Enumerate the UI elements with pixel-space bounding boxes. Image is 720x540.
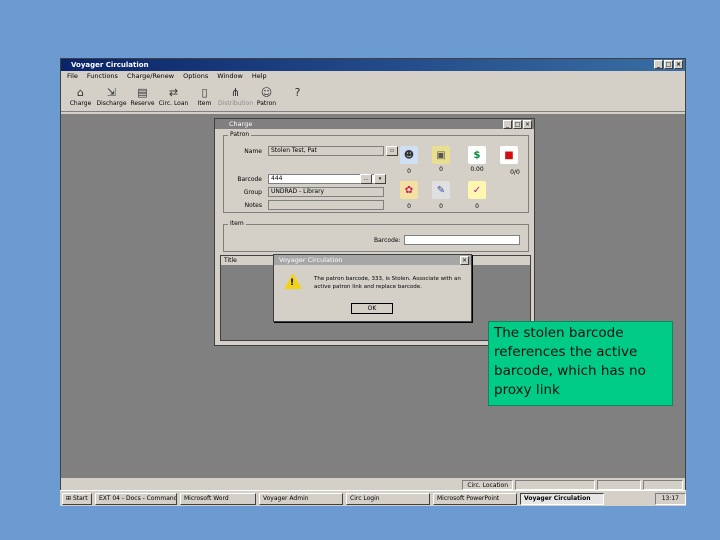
toolbar-patron-button[interactable]: ☺ Patron — [251, 82, 282, 111]
toolbar-reserve-button[interactable]: ▤ Reserve — [127, 82, 158, 111]
taskbar-item-2[interactable]: Microsoft Word — [180, 492, 256, 505]
dialog-close-button[interactable]: × — [460, 256, 469, 265]
item-barcode-field[interactable] — [403, 235, 520, 245]
notes-field — [268, 200, 384, 210]
item-barcode-row: Barcode: — [374, 235, 520, 245]
toolbar: ⌂ Charge ⇲ Discharge ▤ Reserve ⇄ Circ. Loan … — [61, 82, 685, 112]
items-charged-icon[interactable]: ▣ — [432, 146, 450, 164]
app-title: Voyager Circulation — [71, 61, 149, 69]
patron-group: Patron Name Stolen Test, Pat ▭ Barcode 4… — [223, 131, 529, 213]
item-barcode-label: Barcode: — [374, 236, 401, 244]
item-group: Item Barcode: — [223, 220, 529, 252]
taskbar-item-3[interactable]: Voyager Admin — [259, 492, 343, 505]
status-circ-location: Circ. Location — [462, 480, 513, 490]
name-row: Name Stolen Test, Pat ▭ — [224, 146, 398, 156]
charge-close-button[interactable]: × — [523, 120, 532, 129]
help-pointer-icon: ? — [294, 85, 301, 99]
fines-amount: 0.00 — [470, 166, 484, 173]
count-2: 0 — [439, 166, 443, 173]
menu-bar: File Functions Charge/Renew Options Wind… — [61, 71, 685, 82]
item-icon: ▯ — [201, 85, 208, 99]
notes-label: Notes — [244, 202, 262, 209]
count-1: 0 — [407, 168, 411, 175]
charge-icon: ⌂ — [77, 85, 84, 99]
maximize-button[interactable]: □ — [664, 60, 673, 69]
barcode-ellipsis-button[interactable]: … — [360, 174, 372, 184]
windows-logo-icon: ⊞ — [66, 494, 72, 502]
count-7: 0 — [475, 203, 479, 210]
name-label: Name — [244, 148, 262, 155]
menu-help[interactable]: Help — [252, 71, 267, 82]
dialog-title: Voyager Circulation — [279, 256, 343, 264]
start-button[interactable]: ⊞ Start — [62, 492, 92, 505]
ok-button[interactable]: OK — [351, 303, 393, 314]
patron-icon: ☺ — [260, 85, 273, 99]
dialog-message: The patron barcode, 333, is Stolen. Asso… — [314, 276, 461, 290]
charge-maximize-button[interactable]: □ — [513, 120, 522, 129]
group-row: Group UNDRAD - Library — [224, 187, 394, 197]
status-pane-2 — [515, 480, 595, 490]
blocks-icon[interactable]: ■ — [500, 146, 518, 164]
circ-loan-icon: ⇄ — [168, 85, 179, 99]
barcode-dropdown-button[interactable]: ▾ — [374, 174, 386, 184]
charge-minimize-button[interactable]: _ — [503, 120, 512, 129]
count-5: 0 — [407, 203, 411, 210]
minimize-button[interactable]: _ — [654, 60, 663, 69]
status-time — [643, 480, 683, 490]
reserve-icon: ▤ — [137, 85, 148, 99]
discharge-icon: ⇲ — [106, 85, 117, 99]
toolbar-item-button[interactable]: ▯ Item — [189, 82, 220, 111]
annotation-callout: The stolen barcode references the active… — [488, 321, 673, 406]
dialog-title-bar[interactable]: Voyager Circulation × — [274, 255, 471, 265]
barcode-label: Barcode — [237, 176, 262, 183]
status-date — [597, 480, 641, 490]
toolbar-charge-button[interactable]: ⌂ Charge — [65, 82, 96, 111]
requests-icon[interactable]: ✿ — [400, 181, 418, 199]
taskbar-item-1[interactable]: EXT 04 - Docs - Command — [95, 492, 177, 505]
close-button[interactable]: × — [674, 60, 683, 69]
group-label: Group — [243, 189, 262, 196]
menu-options[interactable]: Options — [183, 71, 208, 82]
menu-charge-renew[interactable]: Charge/Renew — [127, 71, 174, 82]
name-field: Stolen Test, Pat — [268, 146, 384, 156]
toolbar-discharge-button[interactable]: ⇲ Discharge — [96, 82, 127, 111]
warning-exclamation: ! — [290, 278, 295, 288]
patron-group-label: Patron — [228, 131, 252, 138]
fines-icon[interactable]: $ — [468, 146, 486, 164]
menu-file[interactable]: File — [67, 71, 78, 82]
charge-title-bar[interactable]: Charge _ □ × — [215, 119, 534, 129]
windows-taskbar: ⊞ Start EXT 04 - Docs - Command Microsof… — [60, 490, 686, 506]
toolbar-distribution-button[interactable]: ⋔ Distribution — [218, 82, 253, 111]
count-4: 0/0 — [510, 169, 520, 176]
toolbar-circ-loan-button[interactable]: ⇄ Circ. Loan — [158, 82, 189, 111]
system-tray: 13:17 — [654, 492, 686, 505]
taskbar-item-4[interactable]: Circ Login — [346, 492, 430, 505]
taskbar-item-voyager[interactable]: Voyager Circulation — [520, 492, 604, 505]
distribution-icon: ⋔ — [230, 85, 241, 99]
recalls-icon[interactable]: ✎ — [432, 181, 450, 199]
toolbar-help-button[interactable]: ? — [282, 82, 313, 111]
clock: 13:17 — [661, 494, 679, 502]
patron-lookup-button[interactable]: ▭ — [386, 146, 398, 156]
stolen-barcode-dialog: Voyager Circulation × ! The patron barco… — [273, 254, 472, 322]
taskbar-item-5[interactable]: Microsoft PowerPoint — [433, 492, 517, 505]
menu-functions[interactable]: Functions — [87, 71, 118, 82]
notes-row: Notes — [224, 200, 394, 210]
group-field: UNDRAD - Library — [268, 187, 384, 197]
menu-window[interactable]: Window — [217, 71, 243, 82]
count-6: 0 — [439, 203, 443, 210]
patron-profile-icon[interactable]: ☻ — [400, 146, 418, 164]
charge-title: Charge — [229, 120, 253, 128]
item-group-label: Item — [228, 220, 246, 227]
app-title-bar[interactable]: Voyager Circulation _ □ × — [61, 59, 685, 71]
holds-icon[interactable]: ✓ — [468, 181, 486, 199]
barcode-row: Barcode 444 … ▾ — [224, 174, 394, 184]
